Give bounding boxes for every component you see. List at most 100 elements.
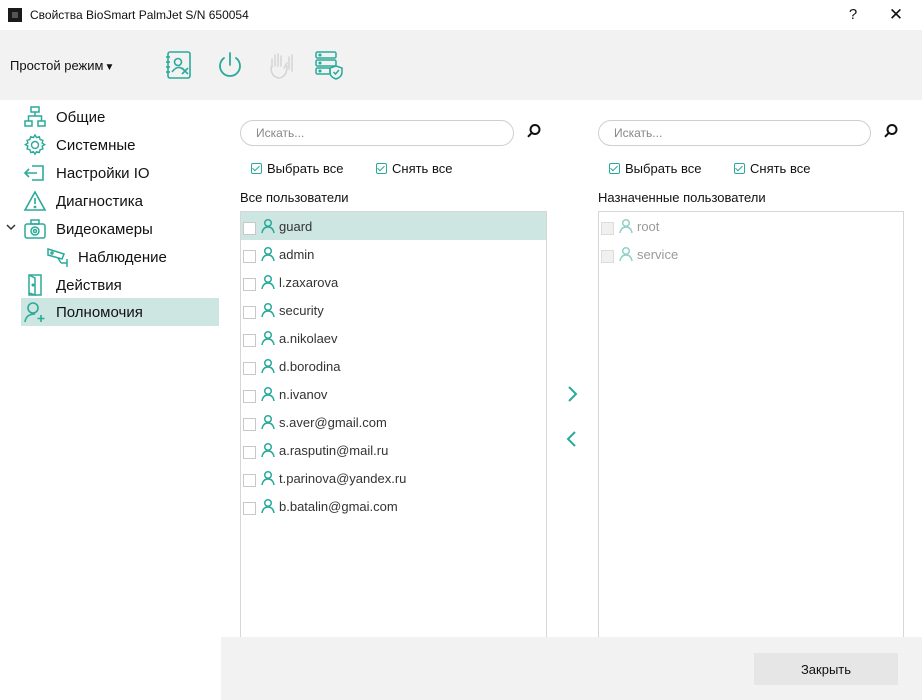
sidebar-item-label: Диагностика [56,192,143,210]
user-name: b.batalin@gmai.com [279,498,398,514]
user-checkbox[interactable] [243,445,256,459]
list-item[interactable]: service [599,240,903,268]
mode-label: Простой режим [10,58,104,73]
footer: Закрыть [221,637,922,700]
user-checkbox[interactable] [243,277,256,291]
assigned-users-search-input[interactable]: Искать... [598,120,871,146]
mode-dropdown[interactable]: Простой режим▼ [10,58,114,73]
move-right-button[interactable] [564,384,580,404]
all-users-search-input[interactable]: Искать... [240,120,514,146]
sidebar-item-label: Наблюдение [78,248,167,266]
user-card-icon[interactable] [163,49,195,81]
list-item[interactable]: t.parinova@yandex.ru [241,464,546,492]
user-checkbox[interactable] [601,221,614,235]
move-left-button[interactable] [564,429,580,449]
user-name: d.borodina [279,358,341,374]
user-checkbox[interactable] [601,249,614,263]
sidebar-item-general[interactable]: Общие [21,103,219,131]
all-users-title: Все пользователи [240,190,349,205]
sidebar-item-permissions[interactable]: Полномочия [21,298,219,326]
sidebar-item-actions[interactable]: Действия [21,271,219,299]
checkmark-icon [734,163,745,174]
help-button[interactable]: ? [838,4,868,26]
user-name: service [637,246,679,262]
user-icon [261,442,275,458]
list-item[interactable]: s.aver@gmail.com [241,408,546,436]
user-checkbox[interactable] [243,305,256,319]
user-checkbox[interactable] [243,389,256,403]
user-checkbox[interactable] [243,333,256,347]
user-icon [619,218,633,234]
user-checkbox[interactable] [243,361,256,375]
window-title: Свойства BioSmart PalmJet S/N 650054 [30,8,249,22]
sidebar-item-surveillance[interactable]: Наблюдение [43,243,219,271]
search-icon[interactable] [883,123,899,139]
user-name: t.parinova@yandex.ru [279,470,407,486]
user-checkbox[interactable] [243,501,256,515]
server-shield-icon[interactable] [313,49,345,81]
list-item[interactable]: a.nikolaev [241,324,546,352]
select-all-label: Выбрать все [267,161,344,176]
select-all-label: Выбрать все [625,161,702,176]
warning-icon [23,190,47,211]
io-arrow-icon [23,165,44,181]
search-icon[interactable] [526,123,542,139]
user-name: admin [279,246,315,262]
toolbar: Простой режим▼ [0,30,922,100]
door-icon [28,274,42,297]
user-icon [261,274,275,290]
list-item[interactable]: root [599,212,903,240]
chevron-down-icon: ▼ [104,62,115,73]
assigned-users-list[interactable]: root service [598,211,904,700]
user-checkbox[interactable] [243,417,256,431]
sidebar-item-label: Полномочия [56,303,143,321]
sidebar-item-diagnostics[interactable]: Диагностика [21,187,219,215]
user-name: security [279,302,324,318]
deselect-all-label: Снять все [750,161,811,176]
list-item[interactable]: guard [241,212,546,240]
user-name: l.zaxarova [279,274,339,290]
select-all-left-button[interactable]: Выбрать все [251,161,343,176]
list-item[interactable]: a.rasputin@mail.ru [241,436,546,464]
deselect-all-label: Снять все [392,161,453,176]
list-item[interactable]: d.borodina [241,352,546,380]
network-icon [24,106,46,127]
app-icon [8,8,22,22]
checkmark-icon [376,163,387,174]
palm-icon [263,49,295,81]
list-item[interactable]: n.ivanov [241,380,546,408]
list-item[interactable]: b.batalin@gmai.com [241,492,546,520]
cctv-icon [47,247,68,267]
list-item[interactable]: admin [241,240,546,268]
deselect-all-right-button[interactable]: Снять все [734,161,810,176]
user-icon [261,470,275,486]
sidebar-item-system[interactable]: Системные [21,131,219,159]
deselect-all-left-button[interactable]: Снять все [376,161,452,176]
close-button[interactable]: Закрыть [754,653,898,685]
list-item[interactable]: security [241,296,546,324]
checkmark-icon [609,163,620,174]
window-close-button[interactable]: ✕ [881,4,911,26]
camera-icon [24,219,46,239]
user-checkbox[interactable] [243,249,256,263]
user-add-icon [24,302,45,323]
sidebar-item-io[interactable]: Настройки IO [21,159,219,187]
user-name: s.aver@gmail.com [279,414,387,430]
user-name: a.nikolaev [279,330,338,346]
user-name: guard [279,218,313,234]
sidebar-item-cameras[interactable]: Видеокамеры [21,215,219,243]
sidebar: Общие Системные Настройки IO Диагностика… [0,100,221,700]
user-icon [261,330,275,346]
user-checkbox[interactable] [243,221,256,235]
select-all-right-button[interactable]: Выбрать все [609,161,701,176]
assigned-users-title: Назначенные пользователи [598,190,766,205]
user-icon [261,358,275,374]
user-name: a.rasputin@mail.ru [279,442,389,458]
all-users-list[interactable]: guard admin l.zaxarova security a.nikolaev d.… [240,211,547,700]
power-icon[interactable] [214,49,246,81]
user-icon [261,218,275,234]
gear-icon [24,133,46,156]
chevron-down-icon[interactable] [4,220,18,234]
user-checkbox[interactable] [243,473,256,487]
list-item[interactable]: l.zaxarova [241,268,546,296]
